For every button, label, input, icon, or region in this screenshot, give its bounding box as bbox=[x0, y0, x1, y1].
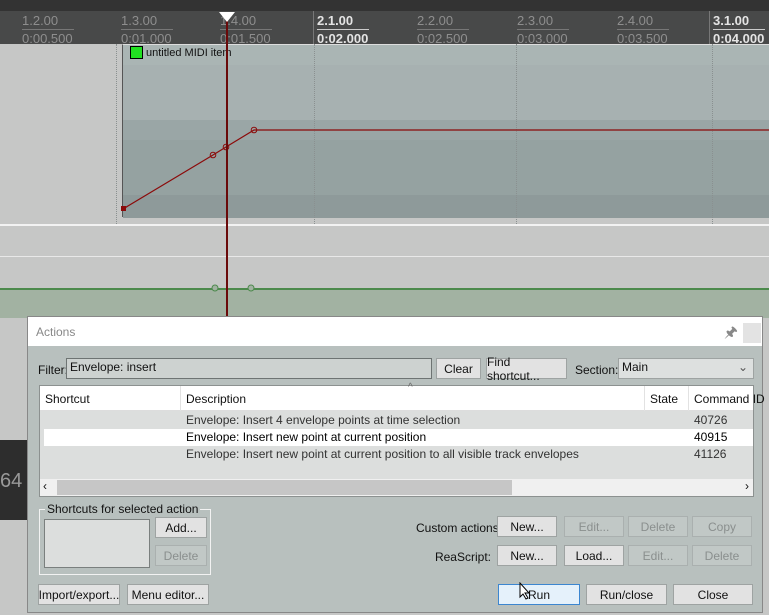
track-envelope-point bbox=[211, 284, 219, 292]
clear-button[interactable]: Clear bbox=[436, 358, 481, 379]
row-description: Envelope: Insert 4 envelope points at ti… bbox=[186, 413, 461, 427]
custom-edit-button: Edit... bbox=[564, 516, 624, 537]
track-number: 64 bbox=[0, 440, 27, 520]
custom-copy-button: Copy bbox=[692, 516, 752, 537]
reascript-new-button[interactable]: New... bbox=[497, 545, 557, 566]
table-row[interactable]: Envelope: Insert new point at current po… bbox=[44, 429, 753, 446]
column-description[interactable]: Description bbox=[181, 386, 645, 411]
dialog-title: Actions bbox=[36, 325, 76, 339]
custom-actions-label: Custom actions: bbox=[416, 521, 503, 535]
list-header: Shortcut Description ^ State Command ID bbox=[40, 382, 765, 411]
pin-icon[interactable]: 🖈 bbox=[724, 322, 738, 347]
chevron-down-icon: ⌄ bbox=[737, 360, 748, 374]
add-shortcut-button[interactable]: Add... bbox=[155, 517, 207, 538]
section-value: Main bbox=[622, 360, 649, 374]
envelope-overlay bbox=[121, 126, 769, 292]
reascript-load-button[interactable]: Load... bbox=[564, 545, 624, 566]
import-export-button[interactable]: Import/export... bbox=[38, 584, 120, 605]
table-row[interactable]: Envelope: Insert 4 envelope points at ti… bbox=[44, 412, 753, 429]
row-description: Envelope: Insert new point at current po… bbox=[186, 447, 579, 461]
row-command-id: 41126 bbox=[694, 447, 727, 461]
sort-ascending-icon: ^ bbox=[408, 382, 413, 393]
run-button[interactable]: Run bbox=[498, 584, 580, 605]
column-state[interactable]: State bbox=[645, 386, 689, 411]
reascript-label: ReaScript: bbox=[434, 550, 491, 564]
edit-cursor[interactable] bbox=[226, 12, 228, 316]
scrollbar-thumb[interactable] bbox=[57, 480, 512, 495]
row-description: Envelope: Insert new point at current po… bbox=[186, 430, 427, 444]
row-command-id: 40726 bbox=[694, 413, 728, 427]
section-select[interactable]: Main ⌄ bbox=[618, 358, 754, 379]
menu-editor-button[interactable]: Menu editor... bbox=[127, 584, 209, 605]
custom-new-button[interactable]: New... bbox=[497, 516, 557, 537]
delete-shortcut-button: Delete bbox=[155, 545, 207, 566]
filter-label: Filter: bbox=[38, 363, 68, 377]
midi-envelope-line bbox=[122, 129, 769, 210]
find-shortcut-button[interactable]: Find shortcut... bbox=[486, 355, 567, 383]
actions-list[interactable]: Shortcut Description ^ State Command ID … bbox=[39, 382, 765, 497]
shortcuts-list[interactable] bbox=[44, 519, 150, 568]
filter-input[interactable]: Envelope: insert bbox=[66, 358, 432, 379]
dialog-titlebar[interactable]: Actions 🖈 bbox=[28, 317, 762, 346]
row-command-id: 40915 bbox=[694, 430, 728, 444]
column-command-id[interactable]: Command ID bbox=[689, 386, 765, 411]
envelope-start-point bbox=[121, 206, 126, 211]
actions-dialog: Actions 🖈 Filter: Envelope: insert Clear… bbox=[27, 316, 765, 613]
close-window-button[interactable] bbox=[743, 323, 761, 343]
track-envelope-point bbox=[247, 284, 255, 292]
playhead-marker-icon[interactable] bbox=[219, 12, 235, 22]
scroll-right-icon[interactable]: › bbox=[745, 479, 749, 493]
shortcuts-group-label: Shortcuts for selected action bbox=[45, 502, 201, 516]
scroll-left-icon[interactable]: ‹ bbox=[43, 479, 47, 493]
column-shortcut[interactable]: Shortcut bbox=[40, 386, 181, 411]
reascript-edit-button: Edit... bbox=[628, 545, 688, 566]
custom-delete-button: Delete bbox=[628, 516, 688, 537]
horizontal-scrollbar[interactable]: ‹ › bbox=[40, 479, 753, 496]
section-label: Section: bbox=[575, 363, 619, 377]
table-row[interactable]: Envelope: Insert new point at current po… bbox=[44, 446, 753, 463]
reascript-delete-button: Delete bbox=[692, 545, 752, 566]
run-close-button[interactable]: Run/close bbox=[586, 584, 667, 605]
mouse-cursor-icon bbox=[519, 582, 531, 600]
close-button[interactable]: Close bbox=[673, 584, 753, 605]
